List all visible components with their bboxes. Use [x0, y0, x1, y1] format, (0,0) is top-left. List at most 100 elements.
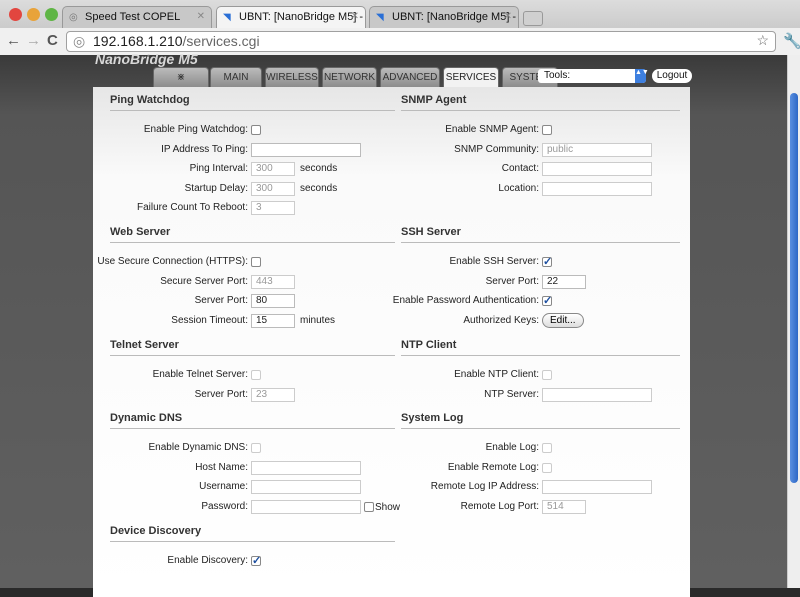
text-input[interactable]: 443 — [251, 274, 295, 289]
show-password-checkbox[interactable] — [364, 501, 374, 512]
text-input[interactable]: 300 — [251, 162, 295, 176]
field-label: Remote Log Port: — [460, 500, 539, 512]
field-label: Enable Log: — [485, 442, 539, 453]
field-label: Failure Count To Reboot: — [137, 202, 248, 213]
checkmark-icon: ✓ — [543, 295, 553, 307]
forward-icon[interactable]: → — [26, 32, 41, 49]
field-label: Enable Remote Log: — [447, 461, 539, 473]
section-header-ntp-client: NTP Client — [401, 339, 680, 356]
minimize-window-button[interactable] — [27, 8, 40, 21]
bookmark-star-icon[interactable]: ☆ — [756, 32, 769, 49]
tools-select-value: Tools: — [544, 70, 571, 81]
url-path: /services.cgi — [182, 33, 260, 49]
text-input[interactable] — [542, 162, 652, 176]
nav-tab-main[interactable]: MAIN — [210, 67, 262, 87]
reload-icon[interactable]: C — [47, 32, 58, 49]
close-tab-icon[interactable]: ✕ — [351, 11, 359, 22]
ubiquiti-logo-icon: ⋇ — [176, 72, 186, 83]
text-input[interactable] — [251, 460, 361, 475]
text-input[interactable] — [251, 499, 361, 514]
field-label: Authorized Keys: — [463, 314, 539, 326]
text-input[interactable] — [542, 480, 652, 494]
unit-label: seconds — [300, 182, 338, 194]
checkbox[interactable] — [542, 462, 552, 473]
text-input[interactable] — [251, 480, 361, 494]
product-logo: NanoBridge M5 — [95, 51, 198, 67]
globe-icon: ◎ — [69, 12, 78, 23]
unit-label: minutes — [300, 314, 336, 326]
scrollbar[interactable] — [787, 55, 800, 588]
field-label: Username: — [199, 481, 248, 492]
nav-tab-advanced[interactable]: ADVANCED — [380, 67, 440, 87]
field-label: Enable SNMP Agent: — [445, 124, 539, 135]
browser-tab[interactable]: ◎ Speed Test COPEL ✕ — [62, 6, 212, 28]
checkbox[interactable] — [251, 443, 261, 453]
text-input[interactable]: public — [542, 142, 652, 157]
show-password-label: Show — [375, 501, 401, 513]
edit-button[interactable]: Edit... — [542, 312, 584, 328]
checkmark-icon: ✓ — [252, 555, 262, 567]
field-label: Use Secure Connection (HTTPS): — [97, 256, 248, 267]
field-label: Remote Log IP Address: — [430, 481, 539, 492]
tab-title: UBNT: [NanoBridge M5] - Ub — [392, 11, 518, 23]
text-input[interactable]: 23 — [251, 387, 295, 402]
text-input[interactable]: 3 — [251, 201, 295, 215]
text-input[interactable] — [542, 387, 652, 402]
text-input[interactable] — [251, 142, 361, 157]
text-input[interactable]: 300 — [251, 181, 295, 196]
new-tab-button[interactable] — [523, 11, 543, 26]
checkbox[interactable] — [251, 125, 261, 135]
text-input[interactable]: 514 — [542, 499, 586, 514]
close-tab-icon[interactable]: ✕ — [197, 11, 205, 22]
field-label: IP Address To Ping: — [161, 143, 248, 155]
checkbox[interactable] — [251, 257, 261, 267]
tab-title: Speed Test COPEL — [85, 11, 181, 23]
close-window-button[interactable] — [9, 8, 22, 21]
checkbox[interactable]: ✓ — [542, 295, 553, 307]
field-label: Server Port: — [485, 275, 539, 287]
globe-icon: ◎ — [73, 33, 86, 49]
address-bar[interactable]: ◎ 192.168.1.210/services.cgi ☆ — [66, 31, 776, 52]
wrench-icon[interactable]: 🔧 — [783, 32, 800, 50]
nav-tab-services[interactable]: SERVICES — [443, 67, 499, 88]
checkbox[interactable] — [251, 370, 261, 380]
checkbox[interactable]: ✓ — [542, 256, 553, 268]
field-label: Enable NTP Client: — [454, 369, 539, 380]
field-label: Session Timeout: — [171, 314, 248, 326]
field-label: Enable Ping Watchdog: — [143, 124, 248, 135]
checkbox[interactable] — [542, 370, 552, 380]
tools-select[interactable]: Tools: ▲▼ — [538, 69, 649, 83]
url-host: 192.168.1.210 — [93, 33, 183, 49]
checkbox[interactable]: ✓ — [251, 555, 262, 567]
section-header-ssh-server: SSH Server — [401, 226, 680, 243]
section-header-telnet-server: Telnet Server — [110, 339, 395, 356]
rss-icon: ◥ — [376, 12, 384, 23]
scrollbar-thumb[interactable] — [790, 93, 798, 483]
checkmark-icon: ✓ — [543, 256, 553, 268]
field-label: NTP Server: — [484, 388, 539, 400]
nav-tab-logo[interactable]: ⋇ — [153, 67, 209, 87]
section-header-device-discovery: Device Discovery — [110, 525, 395, 542]
field-label: Server Port: — [194, 388, 248, 400]
field-label: SNMP Community: — [454, 143, 539, 155]
field-label: Startup Delay: — [184, 182, 248, 194]
browser-tab[interactable]: ◥ UBNT: [NanoBridge M5] - Ub✕ — [369, 6, 519, 28]
logout-button[interactable]: Logout — [652, 69, 692, 83]
text-input[interactable]: 15 — [251, 313, 295, 328]
text-input[interactable]: 80 — [251, 294, 295, 308]
field-label: Secure Server Port: — [160, 275, 248, 287]
text-input[interactable] — [542, 181, 652, 196]
close-tab-icon[interactable]: ✕ — [504, 11, 512, 22]
field-label: Enable Telnet Server: — [152, 369, 248, 380]
text-input[interactable]: 22 — [542, 274, 586, 289]
field-label: Contact: — [501, 163, 539, 174]
checkbox[interactable] — [542, 125, 552, 135]
nav-tab-wireless[interactable]: WIRELESS — [265, 67, 319, 87]
back-icon[interactable]: ← — [6, 32, 21, 49]
browser-tab-active[interactable]: ◥ UBNT: [NanoBridge M5] - Se ✕ — [216, 6, 366, 29]
zoom-window-button[interactable] — [45, 8, 58, 21]
checkbox[interactable] — [542, 443, 552, 453]
field-label: Enable Discovery: — [167, 555, 248, 566]
nav-tab-network[interactable]: NETWORK — [322, 67, 377, 87]
tab-title: UBNT: [NanoBridge M5] - Se — [239, 11, 366, 23]
